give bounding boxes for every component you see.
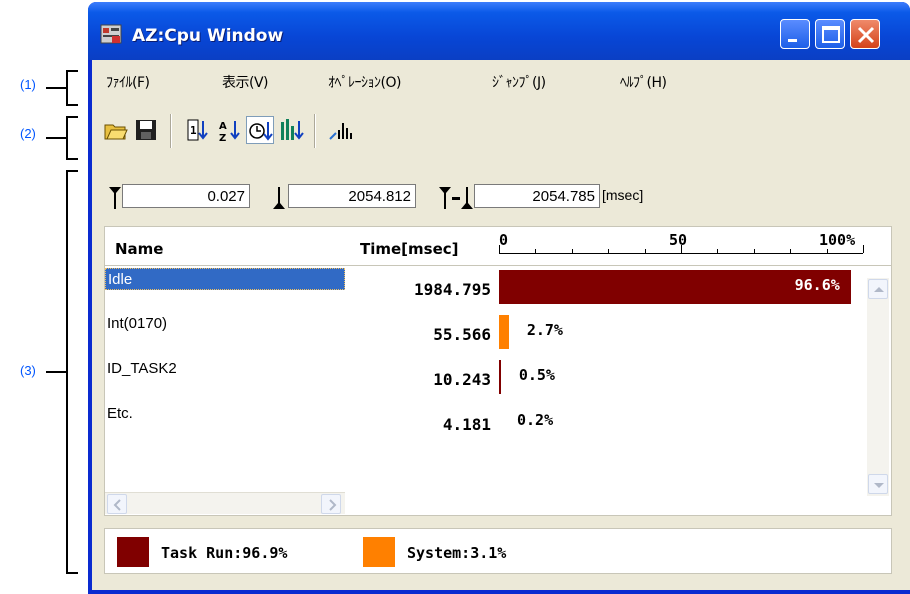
menu-bar: ﾌｧｲﾙ(F) 表示(V) ｵﾍﾟﾚｰｼｮﾝ(O) ｼﾞｬﾝﾌﾟ(J) ﾍﾙﾌﾟ… [92, 60, 910, 102]
cpu-window: AZ:Cpu Window ﾌｧｲﾙ(F) 表示(V) ｵﾍﾟﾚｰｼｮﾝ(O) … [88, 2, 910, 594]
scale-tick-label: 100% [819, 231, 856, 249]
toolbar: 1 A Z [92, 112, 910, 158]
callout-1: (1) [20, 77, 36, 92]
toolbar-separator [314, 114, 316, 148]
open-button[interactable] [102, 116, 130, 144]
scale-tick-label: 0 [499, 231, 509, 249]
scale-tick [753, 249, 755, 253]
legend-label-task-run: Task Run:96.9% [161, 544, 288, 562]
scroll-right-button[interactable] [321, 494, 341, 514]
list-item[interactable]: Int(0170) [105, 313, 345, 335]
sort-number-icon: 1 [187, 119, 208, 141]
list-item[interactable]: Etc. [105, 403, 345, 425]
usage-bar [499, 315, 509, 349]
window-client: ﾌｧｲﾙ(F) 表示(V) ｵﾍﾟﾚｰｼｮﾝ(O) ｼﾞｬﾝﾌﾟ(J) ﾍﾙﾌﾟ… [92, 60, 910, 590]
sort-graph-button[interactable] [278, 116, 306, 144]
vertical-scrollbar[interactable] [867, 278, 889, 496]
legend-swatch-system [363, 537, 395, 567]
bracket-1 [46, 70, 78, 106]
arrow-up-icon [874, 287, 884, 292]
cpu-panel: 0.027 2054.812 2054.785 [msec] Name Time… [92, 166, 910, 590]
percent-label: 0.2% [517, 411, 554, 429]
open-icon [104, 124, 128, 140]
cpu-table: Etc. ID_TASK2 Int(0170) Idle 1984.795 96.6% 5… [104, 266, 892, 516]
maximize-button[interactable] [815, 19, 845, 49]
scale-tick-label: 50 [669, 231, 688, 249]
time-column-header[interactable]: Time[msec] [360, 240, 459, 258]
menu-jump[interactable]: ｼﾞｬﾝﾌﾟ(J) [492, 72, 546, 92]
scroll-down-button[interactable] [868, 474, 888, 494]
name-list: Etc. ID_TASK2 Int(0170) Idle [105, 266, 345, 514]
callout-2: (2) [20, 126, 36, 141]
app-icon [100, 24, 122, 44]
scale-tick [790, 249, 792, 253]
start-marker-icon [109, 187, 121, 209]
scroll-up-button[interactable] [868, 279, 888, 299]
minimize-button[interactable] [780, 19, 810, 49]
scale-tick [644, 249, 646, 253]
usage-bar [499, 360, 501, 394]
time-value: 1984.795 [413, 280, 491, 299]
sort-alpha-button[interactable]: A Z [216, 116, 244, 144]
sort-number-button[interactable]: 1 [184, 116, 212, 144]
time-value: 55.566 [433, 325, 491, 344]
title-bar[interactable]: AZ:Cpu Window [88, 2, 910, 60]
bracket-2 [46, 116, 78, 160]
window-title: AZ:Cpu Window [132, 26, 284, 46]
svg-text:A: A [219, 121, 227, 132]
scale-tick [571, 249, 573, 253]
list-item[interactable]: ID_TASK2 [105, 358, 345, 380]
callout-3: (3) [20, 363, 36, 378]
time-value: 4.181 [442, 415, 491, 434]
name-column-header[interactable]: Name [115, 240, 163, 258]
scale-tick [717, 249, 719, 253]
list-item[interactable]: Idle [105, 268, 345, 290]
sort-alpha-icon: A Z [219, 121, 240, 144]
arrow-left-icon [113, 499, 121, 511]
menu-operation[interactable]: ｵﾍﾟﾚｰｼｮﾝ(O) [328, 72, 401, 92]
percent-label: 96.6% [794, 276, 840, 294]
sort-time-icon [249, 122, 273, 141]
svg-text:1: 1 [190, 124, 197, 137]
start-time-field[interactable]: 0.027 [122, 184, 250, 208]
time-value: 10.243 [433, 370, 491, 389]
time-unit: [msec] [602, 187, 644, 203]
close-icon [857, 26, 875, 44]
save-button[interactable] [132, 116, 160, 144]
scale-tick [608, 249, 610, 253]
end-marker-icon [273, 187, 285, 209]
menu-view[interactable]: 表示(V) [222, 72, 269, 92]
svg-text:Z: Z [219, 133, 226, 144]
save-icon [136, 120, 156, 140]
sort-time-button[interactable] [246, 116, 274, 144]
bar-chart-icon [329, 123, 352, 140]
scale-axis-line [499, 253, 863, 254]
column-header: Name Time[msec] 0 50 100% [104, 226, 892, 266]
end-time-field[interactable]: 2054.812 [288, 184, 416, 208]
toolbar-separator [170, 114, 172, 148]
scale-tick [826, 249, 828, 253]
minimize-icon [788, 39, 797, 42]
close-button[interactable] [850, 19, 880, 49]
horizontal-scrollbar[interactable] [105, 492, 345, 514]
arrow-right-icon [329, 499, 337, 511]
percent-scale: 0 50 100% [499, 227, 864, 265]
percent-label: 2.7% [526, 321, 563, 339]
legend: Task Run:96.9% System:3.1% [104, 528, 892, 574]
span-time-field[interactable]: 2054.785 [474, 184, 600, 208]
menu-help[interactable]: ﾍﾙﾌﾟ(H) [620, 72, 667, 92]
sort-graph-icon [281, 119, 304, 140]
arrow-down-icon [874, 483, 884, 488]
span-marker-icon [439, 187, 473, 209]
maximize-icon [822, 26, 840, 43]
scroll-left-button[interactable] [107, 494, 127, 514]
legend-label-system: System:3.1% [407, 544, 507, 562]
bar-chart-button[interactable] [326, 116, 354, 144]
scale-tick [535, 249, 537, 253]
percent-label: 0.5% [518, 366, 555, 384]
bracket-3 [46, 170, 78, 574]
menu-file[interactable]: ﾌｧｲﾙ(F) [106, 72, 150, 92]
legend-swatch-task-run [117, 537, 149, 567]
scale-tick [863, 245, 864, 253]
